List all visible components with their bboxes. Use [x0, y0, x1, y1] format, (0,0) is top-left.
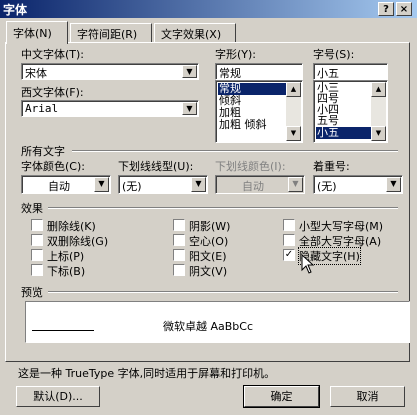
all-text-divider	[72, 150, 398, 152]
emphasis-value: (无)	[317, 180, 337, 193]
hidden-text-checkbox[interactable]: ✓	[283, 249, 295, 261]
strikethrough-checkbox[interactable]	[31, 219, 43, 231]
western-font-value: Arial	[25, 102, 59, 115]
superscript-checkbox[interactable]	[31, 249, 43, 261]
style-label: 字形(Y):	[215, 48, 257, 61]
preview-underline	[32, 330, 94, 331]
style-input[interactable]: 常规	[215, 63, 303, 80]
font-color-combo[interactable]: 自动 ▼	[21, 175, 111, 194]
double-strikethrough-label: 双删除线(G)	[47, 235, 109, 248]
small-caps-label: 小型大写字母(M)	[299, 220, 384, 233]
default-button[interactable]: 默认(D)...	[16, 386, 100, 407]
all-caps-checkbox[interactable]	[283, 234, 295, 246]
scroll-up-icon[interactable]: ▲	[286, 82, 301, 97]
preview-divider	[48, 291, 398, 293]
style-scrollbar[interactable]: ▲ ▼	[286, 82, 301, 141]
chevron-down-icon: ▼	[288, 177, 303, 192]
double-strikethrough-checkbox[interactable]	[31, 234, 43, 246]
scroll-down-icon[interactable]: ▼	[371, 126, 386, 141]
preview-sample-text: 微软卓越 AaBbCc	[163, 320, 254, 333]
underline-color-value: 自动	[242, 180, 264, 193]
shadow-label: 阴影(W)	[189, 220, 231, 233]
outline-checkbox[interactable]	[173, 234, 185, 246]
title-bar: 字体 ? ×	[0, 0, 417, 18]
size-label: 字号(S):	[313, 48, 355, 61]
scroll-down-icon[interactable]: ▼	[286, 126, 301, 141]
shadow-checkbox[interactable]	[173, 219, 185, 231]
engrave-label: 阴文(V)	[189, 265, 228, 278]
window-title: 字体	[3, 3, 28, 17]
tab-font[interactable]: 字体(N)	[6, 21, 68, 44]
close-button[interactable]: ×	[396, 2, 412, 16]
help-button[interactable]: ?	[378, 2, 394, 16]
underline-style-value: (无)	[122, 180, 142, 193]
ok-button[interactable]: 确定	[243, 385, 320, 408]
underline-style-label: 下划线线型(U):	[118, 160, 194, 173]
chevron-down-icon[interactable]: ▼	[191, 177, 206, 192]
font-color-label: 字体颜色(C):	[21, 160, 85, 173]
chevron-down-icon[interactable]: ▼	[94, 177, 109, 192]
font-info-text: 这是一种 TrueType 字体,同时适用于屏幕和打印机。	[18, 367, 276, 380]
engrave-checkbox[interactable]	[173, 264, 185, 276]
chevron-down-icon[interactable]: ▼	[386, 177, 401, 192]
size-input[interactable]: 小五	[313, 63, 388, 80]
preview-box: 微软卓越 AaBbCc	[25, 301, 410, 343]
strikethrough-label: 删除线(K)	[47, 220, 96, 233]
chinese-font-value: 宋体	[25, 67, 47, 80]
underline-color-label: 下划线颜色(I):	[215, 160, 286, 173]
outline-label: 空心(O)	[189, 235, 229, 248]
style-value: 常规	[219, 67, 241, 80]
emboss-checkbox[interactable]	[173, 249, 185, 261]
preview-section-label: 预览	[21, 286, 43, 299]
western-font-label: 西文字体(F):	[21, 86, 84, 99]
effects-section-label: 效果	[21, 202, 43, 215]
style-list[interactable]: 常规 倾斜 加粗 加粗 倾斜 ▲ ▼	[215, 80, 303, 143]
emphasis-label: 着重号:	[313, 160, 350, 173]
size-option[interactable]: 小五	[316, 127, 371, 139]
chevron-down-icon[interactable]: ▼	[182, 102, 197, 115]
cancel-button[interactable]: 取消	[330, 386, 405, 407]
small-caps-checkbox[interactable]	[283, 219, 295, 231]
subscript-checkbox[interactable]	[31, 264, 43, 276]
mouse-cursor-icon	[301, 254, 315, 274]
chinese-font-label: 中文字体(T):	[21, 48, 85, 61]
style-option[interactable]: 加粗 倾斜	[218, 119, 286, 131]
size-scrollbar[interactable]: ▲ ▼	[371, 82, 386, 141]
chinese-font-combo[interactable]: 宋体 ▼	[21, 63, 199, 80]
effects-divider	[48, 207, 398, 209]
all-text-section-label: 所有文字	[21, 145, 65, 158]
underline-color-combo: 自动 ▼	[215, 175, 305, 194]
font-color-value: 自动	[48, 180, 70, 193]
emphasis-combo[interactable]: (无) ▼	[313, 175, 403, 194]
all-caps-label: 全部大写字母(A)	[299, 235, 382, 248]
scroll-up-icon[interactable]: ▲	[371, 82, 386, 97]
size-list[interactable]: 小三 四号 小四 五号 小五 ▲ ▼	[313, 80, 388, 143]
underline-style-combo[interactable]: (无) ▼	[118, 175, 208, 194]
subscript-label: 下标(B)	[47, 265, 86, 278]
emboss-label: 阳文(E)	[189, 250, 227, 263]
superscript-label: 上标(P)	[47, 250, 85, 263]
size-value: 小五	[317, 67, 339, 80]
western-font-combo[interactable]: Arial ▼	[21, 100, 199, 117]
tab-character-spacing[interactable]: 字符间距(R)	[70, 23, 152, 42]
tab-text-effects[interactable]: 文字效果(X)	[154, 23, 236, 42]
chevron-down-icon[interactable]: ▼	[182, 65, 197, 78]
